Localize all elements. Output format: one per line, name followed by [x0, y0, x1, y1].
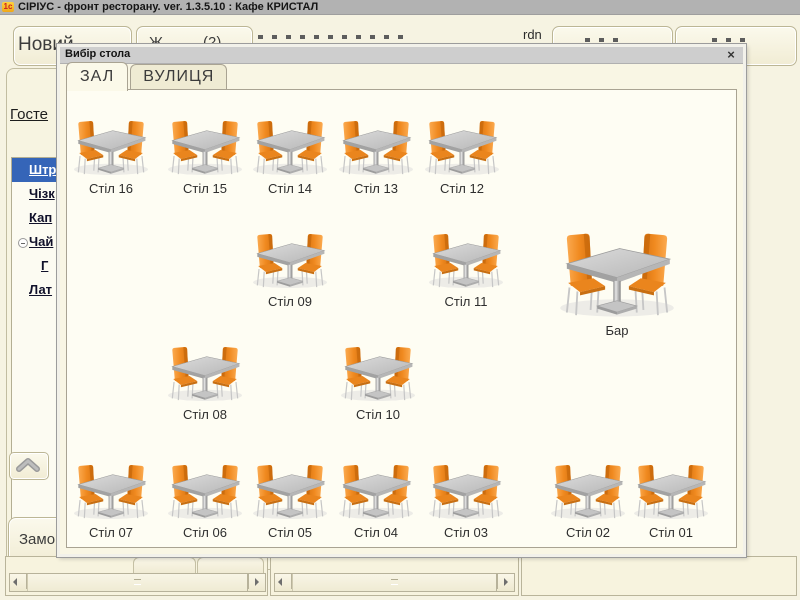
table-label: Стіл 03 [423, 525, 509, 540]
list-item-label: Лат [29, 282, 52, 297]
table-item[interactable]: Стіл 12 [419, 112, 505, 196]
table-icon [423, 456, 509, 520]
table-icon [247, 112, 333, 176]
collapse-up-button[interactable] [9, 452, 49, 480]
scroll-right-button[interactable] [497, 574, 514, 589]
table-item[interactable]: Стіл 02 [545, 456, 631, 540]
table-label: Стіл 01 [628, 525, 714, 540]
table-icon [247, 225, 333, 289]
table-label: Стіл 05 [247, 525, 333, 540]
table-label: Стіл 04 [333, 525, 419, 540]
table-icon [423, 225, 509, 289]
dialog-tabs: ЗАЛВУЛИЦЯ [66, 66, 229, 90]
table-icon [419, 112, 505, 176]
table-item[interactable]: Стіл 03 [423, 456, 509, 540]
table-item[interactable]: Стіл 13 [333, 112, 419, 196]
table-item[interactable]: Стіл 15 [162, 112, 248, 196]
table-item[interactable]: Стіл 16 [68, 112, 154, 196]
dialog-tab-1[interactable]: ВУЛИЦЯ [130, 64, 227, 90]
table-select-dialog: Вибір стола × ЗАЛВУЛИЦЯ Стіл 16Стіл 15Ст… [57, 44, 746, 557]
clipped-text-remnant [712, 38, 746, 42]
floor-plan: Стіл 16 Стіл 15Стіл 14Стіл 13Стіл 12 Стіл … [66, 89, 737, 548]
table-label: Стіл 12 [419, 181, 505, 196]
close-icon[interactable]: × [724, 47, 738, 62]
orders-label-fragment: Замо [19, 531, 55, 548]
tree-collapse-icon[interactable] [18, 238, 28, 248]
table-label: Стіл 08 [162, 407, 248, 422]
table-icon [333, 456, 419, 520]
table-icon [68, 456, 154, 520]
dialog-tab-0[interactable]: ЗАЛ [66, 62, 128, 91]
scroll-left-button[interactable] [275, 574, 292, 589]
table-icon [551, 220, 683, 318]
table-label: Стіл 16 [68, 181, 154, 196]
horizontal-scrollbar[interactable] [9, 573, 266, 592]
table-label: Стіл 10 [335, 407, 421, 422]
table-icon [628, 456, 714, 520]
table-item[interactable]: Стіл 11 [423, 225, 509, 309]
guests-header-link[interactable]: Госте [10, 106, 48, 123]
list-item-label: Штр [29, 162, 56, 177]
table-icon [162, 112, 248, 176]
rdn-text: rdn [523, 27, 542, 42]
clipped-text-remnant [258, 35, 410, 39]
app-icon: 1с [2, 2, 14, 12]
scrollbar-thumb[interactable] [292, 574, 497, 591]
chevron-up-icon [10, 453, 46, 477]
bottom-panel-right [521, 556, 797, 596]
table-icon [333, 112, 419, 176]
app-title: СІРІУС - фронт ресторану. ver. 1.3.5.10 … [18, 0, 318, 14]
table-label: Стіл 14 [247, 181, 333, 196]
app-titlebar: 1с СІРІУС - фронт ресторану. ver. 1.3.5.… [0, 0, 800, 15]
table-item[interactable]: Стіл 09 [247, 225, 333, 309]
table-item[interactable]: Стіл 06 [162, 456, 248, 540]
table-label: Стіл 09 [247, 294, 333, 309]
dialog-title: Вибір стола [65, 48, 130, 60]
table-item[interactable]: Стіл 14 [247, 112, 333, 196]
scroll-left-button[interactable] [10, 574, 27, 589]
table-item[interactable]: Стіл 04 [333, 456, 419, 540]
table-item[interactable]: Стіл 01 [628, 456, 714, 540]
table-label: Стіл 13 [333, 181, 419, 196]
dialog-titlebar[interactable]: Вибір стола × [60, 47, 743, 64]
list-item-label: Г [41, 258, 48, 273]
mini-tab-button[interactable] [133, 557, 196, 574]
mini-tab-button[interactable] [197, 557, 264, 574]
table-label: Стіл 15 [162, 181, 248, 196]
table-icon [68, 112, 154, 176]
table-item[interactable]: Стіл 05 [247, 456, 333, 540]
clipped-text-remnant [585, 38, 621, 42]
list-item-label: Кап [29, 210, 52, 225]
table-item[interactable]: Стіл 10 [335, 338, 421, 422]
horizontal-scrollbar[interactable] [274, 573, 515, 592]
table-label: Стіл 02 [545, 525, 631, 540]
table-icon [545, 456, 631, 520]
table-label: Стіл 06 [162, 525, 248, 540]
list-item-label: Чізк [29, 186, 55, 201]
table-icon [335, 338, 421, 402]
table-item[interactable]: Стіл 07 [68, 456, 154, 540]
table-label: Бар [551, 323, 683, 338]
table-item[interactable]: Бар [551, 220, 683, 338]
list-item-label: Чай [29, 234, 53, 249]
bottom-panel-left [5, 556, 268, 596]
scroll-right-button[interactable] [248, 574, 265, 589]
table-icon [162, 338, 248, 402]
table-icon [162, 456, 248, 520]
table-label: Стіл 07 [68, 525, 154, 540]
table-icon [247, 456, 333, 520]
bottom-panel-middle [270, 556, 519, 596]
table-label: Стіл 11 [423, 294, 509, 309]
scrollbar-thumb[interactable] [27, 574, 248, 591]
table-item[interactable]: Стіл 08 [162, 338, 248, 422]
